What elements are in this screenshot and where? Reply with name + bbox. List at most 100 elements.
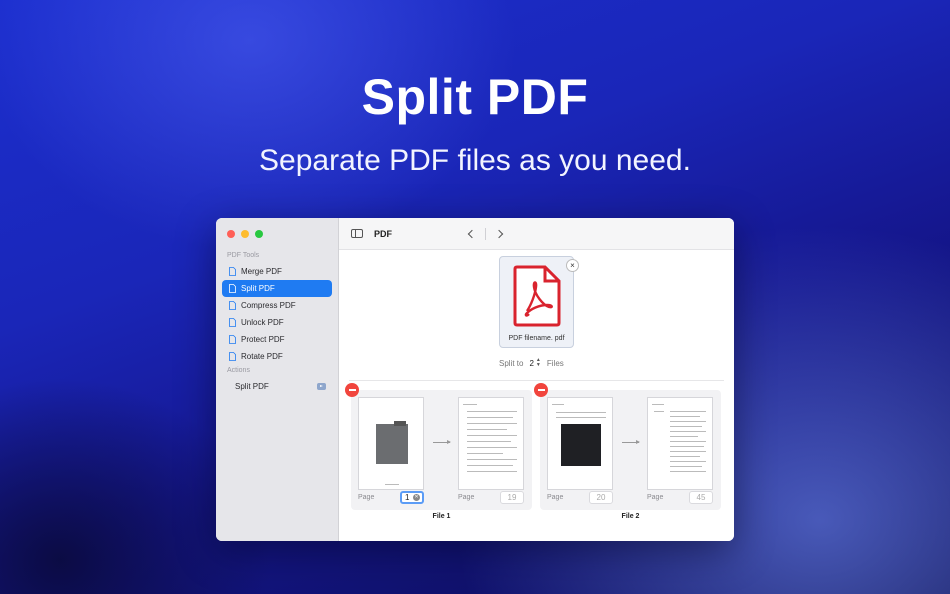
thumb-line xyxy=(556,412,606,413)
page-thumbnail-end xyxy=(647,397,713,490)
cover-block xyxy=(376,424,408,464)
thumb-line xyxy=(654,411,664,412)
start-page-label: Page xyxy=(547,494,564,501)
start-page-input[interactable]: 1 ✕ xyxy=(400,491,424,504)
sidebar-item-label: Split PDF xyxy=(241,284,275,293)
thumb-line xyxy=(467,441,511,442)
run-icon[interactable] xyxy=(317,383,326,390)
group-caption: File 2 xyxy=(621,513,640,520)
thumb-line xyxy=(467,417,513,418)
end-page-input[interactable]: 19 xyxy=(500,491,524,504)
divider xyxy=(349,380,724,381)
minimize-window-button[interactable] xyxy=(241,230,249,238)
thumb-line xyxy=(670,461,706,462)
thumb-line xyxy=(467,411,517,412)
start-page-input[interactable]: 20 xyxy=(589,491,613,504)
thumb-line xyxy=(670,416,700,417)
action-label: Split PDF xyxy=(235,382,269,391)
page-thumbnail-start xyxy=(358,397,424,490)
sidebar-item-label: Rotate PDF xyxy=(241,352,283,361)
thumb-line xyxy=(670,441,706,442)
files-label: Files xyxy=(546,358,564,368)
split-count-value: 2 xyxy=(529,358,534,368)
sidebar-toggle-icon[interactable] xyxy=(351,229,363,238)
sidebar-item-label: Compress PDF xyxy=(241,301,296,310)
page-thumbnail-end xyxy=(458,397,524,490)
split-group-2: Page 20 Page 45 xyxy=(534,383,721,510)
sidebar-item-label: Merge PDF xyxy=(241,267,282,276)
sidebar-item-label: Protect PDF xyxy=(241,335,285,344)
thumb-line xyxy=(670,446,704,447)
sidebar-item-merge-pdf[interactable]: Merge PDF xyxy=(222,263,332,280)
remove-group-button[interactable] xyxy=(534,383,548,397)
thumb-line xyxy=(670,411,706,412)
sidebar-item-rotate-pdf[interactable]: Rotate PDF xyxy=(222,348,332,365)
main-panel: PDF × PDF filename. pdf Split to 2 ▲ ▼ Fi… xyxy=(339,218,734,541)
thumb-line xyxy=(385,484,399,485)
document-icon xyxy=(229,318,236,327)
document-icon xyxy=(229,267,236,276)
thumb-line xyxy=(670,451,706,452)
sidebar: PDF Tools Merge PDF Split PDF Compress P… xyxy=(216,218,339,541)
group-caption: File 1 xyxy=(432,513,451,520)
document-icon xyxy=(229,284,236,293)
document-icon xyxy=(229,301,236,310)
sidebar-item-unlock-pdf[interactable]: Unlock PDF xyxy=(222,314,332,331)
pdf-file-icon xyxy=(513,265,561,327)
start-page-label: Page xyxy=(358,494,375,501)
end-page-label: Page xyxy=(458,494,475,501)
section-label-actions: Actions xyxy=(227,367,250,374)
toolbar-title: PDF xyxy=(374,228,392,239)
thumb-line xyxy=(670,426,702,427)
thumb-line xyxy=(467,453,503,454)
screenshot-block xyxy=(561,424,601,466)
end-page-label: Page xyxy=(647,494,664,501)
app-window: PDF Tools Merge PDF Split PDF Compress P… xyxy=(216,218,734,541)
thumb-line xyxy=(467,447,517,448)
thumb-line xyxy=(467,471,517,472)
back-icon[interactable] xyxy=(467,229,477,239)
thumb-line xyxy=(670,421,706,422)
split-count-stepper[interactable]: 2 ▲ ▼ xyxy=(529,358,540,368)
thumb-line xyxy=(652,404,664,405)
split-count-row: Split to 2 ▲ ▼ Files xyxy=(499,358,564,368)
close-window-button[interactable] xyxy=(227,230,235,238)
sidebar-item-split-pdf[interactable]: Split PDF xyxy=(222,280,332,297)
sidebar-item-label: Unlock PDF xyxy=(241,318,284,327)
end-page-input[interactable]: 45 xyxy=(689,491,713,504)
forward-icon[interactable] xyxy=(494,229,504,239)
page-thumbnail-start xyxy=(547,397,613,490)
selected-file-card[interactable]: × PDF filename. pdf xyxy=(499,256,579,348)
action-split-pdf[interactable]: Split PDF xyxy=(222,378,332,395)
zoom-window-button[interactable] xyxy=(255,230,263,238)
range-arrow-icon xyxy=(433,440,451,444)
cover-tag xyxy=(394,421,406,426)
split-to-label: Split to xyxy=(499,358,524,368)
thumb-line xyxy=(467,465,513,466)
thumb-line xyxy=(670,431,706,432)
sidebar-item-protect-pdf[interactable]: Protect PDF xyxy=(222,331,332,348)
file-name: PDF filename. pdf xyxy=(508,335,565,342)
sidebar-item-compress-pdf[interactable]: Compress PDF xyxy=(222,297,332,314)
remove-group-button[interactable] xyxy=(345,383,359,397)
range-arrow-icon xyxy=(622,440,640,444)
thumb-line xyxy=(467,459,517,460)
toolbar: PDF xyxy=(339,218,734,250)
thumb-line xyxy=(467,423,517,424)
thumb-line xyxy=(467,435,517,436)
document-icon xyxy=(229,335,236,344)
clear-input-icon[interactable]: ✕ xyxy=(413,494,420,501)
hero-title: Split PDF xyxy=(361,69,589,125)
thumb-line xyxy=(552,404,564,405)
thumb-line xyxy=(670,466,702,467)
thumb-line xyxy=(670,456,700,457)
thumb-line xyxy=(670,471,706,472)
window-controls xyxy=(227,230,263,238)
thumb-line xyxy=(467,429,507,430)
split-group-1: Page 1 ✕ Page 19 xyxy=(345,383,532,510)
start-page-value: 1 xyxy=(405,493,410,502)
remove-file-button[interactable]: × xyxy=(566,259,579,272)
stepper-arrows-icon[interactable]: ▲ ▼ xyxy=(536,358,541,368)
thumb-line xyxy=(556,417,606,418)
document-icon xyxy=(229,352,236,361)
